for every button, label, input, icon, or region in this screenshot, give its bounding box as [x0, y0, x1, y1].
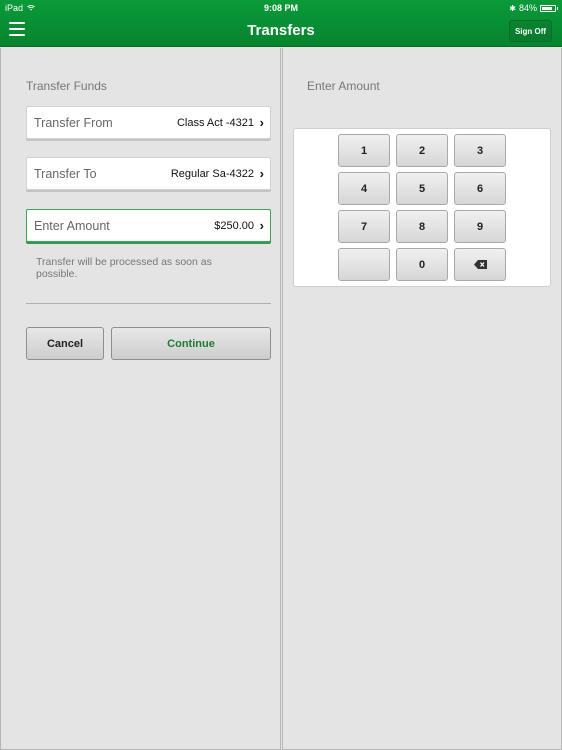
continue-button[interactable]: Continue	[111, 327, 271, 360]
status-bar: iPad 9:08 PM ✱ 84%	[0, 0, 562, 15]
hamburger-menu-icon[interactable]	[9, 22, 25, 36]
section-title: Enter Amount	[307, 79, 380, 93]
key-1[interactable]: 1	[338, 134, 390, 167]
key-5[interactable]: 5	[396, 172, 448, 205]
chevron-right-icon: ›	[259, 115, 264, 130]
battery-icon	[540, 4, 558, 12]
key-2[interactable]: 2	[396, 134, 448, 167]
section-title: Transfer Funds	[26, 79, 107, 93]
field-label: Transfer From	[34, 116, 113, 130]
cancel-button[interactable]: Cancel	[26, 327, 104, 360]
backspace-icon	[473, 260, 487, 269]
field-value: Regular Sa-4322	[170, 168, 254, 180]
processing-note: Transfer will be processed as soon as po…	[36, 256, 212, 280]
enter-amount-field[interactable]: Enter Amount $250.00 ›	[26, 209, 271, 242]
key-3[interactable]: 3	[454, 134, 506, 167]
navigation-bar: iPad 9:08 PM ✱ 84% Transfers Sign Off	[0, 0, 562, 47]
page-title: Transfers	[247, 22, 315, 39]
battery-percent: 84%	[518, 3, 537, 13]
field-label: Enter Amount	[34, 219, 110, 233]
key-8[interactable]: 8	[396, 210, 448, 243]
keypad-grid: 123 456 7890	[338, 134, 506, 281]
transfer-from-field[interactable]: Transfer From Class Act -4321 ›	[26, 106, 271, 139]
bluetooth-icon: ✱	[509, 3, 516, 13]
field-value: Class Act -4321	[176, 117, 254, 129]
divider	[26, 303, 271, 304]
field-label: Transfer To	[34, 167, 97, 181]
sign-off-button[interactable]: Sign Off	[509, 20, 552, 42]
key-blank[interactable]	[338, 248, 390, 281]
battery-fill	[542, 6, 553, 10]
key-backspace[interactable]	[454, 248, 506, 281]
clock: 9:08 PM	[263, 3, 298, 13]
key-6[interactable]: 6	[454, 172, 506, 205]
amount-keypad-panel: Enter Amount 123 456 7890	[282, 48, 562, 750]
keypad: 123 456 7890	[293, 128, 551, 287]
key-4[interactable]: 4	[338, 172, 390, 205]
status-right: ✱ 84%	[509, 3, 558, 13]
chevron-right-icon: ›	[259, 218, 264, 233]
key-0[interactable]: 0	[396, 248, 448, 281]
transfer-funds-panel: Transfer Funds Transfer From Class Act -…	[0, 48, 281, 750]
chevron-right-icon: ›	[259, 166, 264, 181]
field-value: $250.00	[214, 220, 254, 232]
transfer-to-field[interactable]: Transfer To Regular Sa-4322 ›	[26, 157, 271, 190]
key-7[interactable]: 7	[338, 210, 390, 243]
key-9[interactable]: 9	[454, 210, 506, 243]
